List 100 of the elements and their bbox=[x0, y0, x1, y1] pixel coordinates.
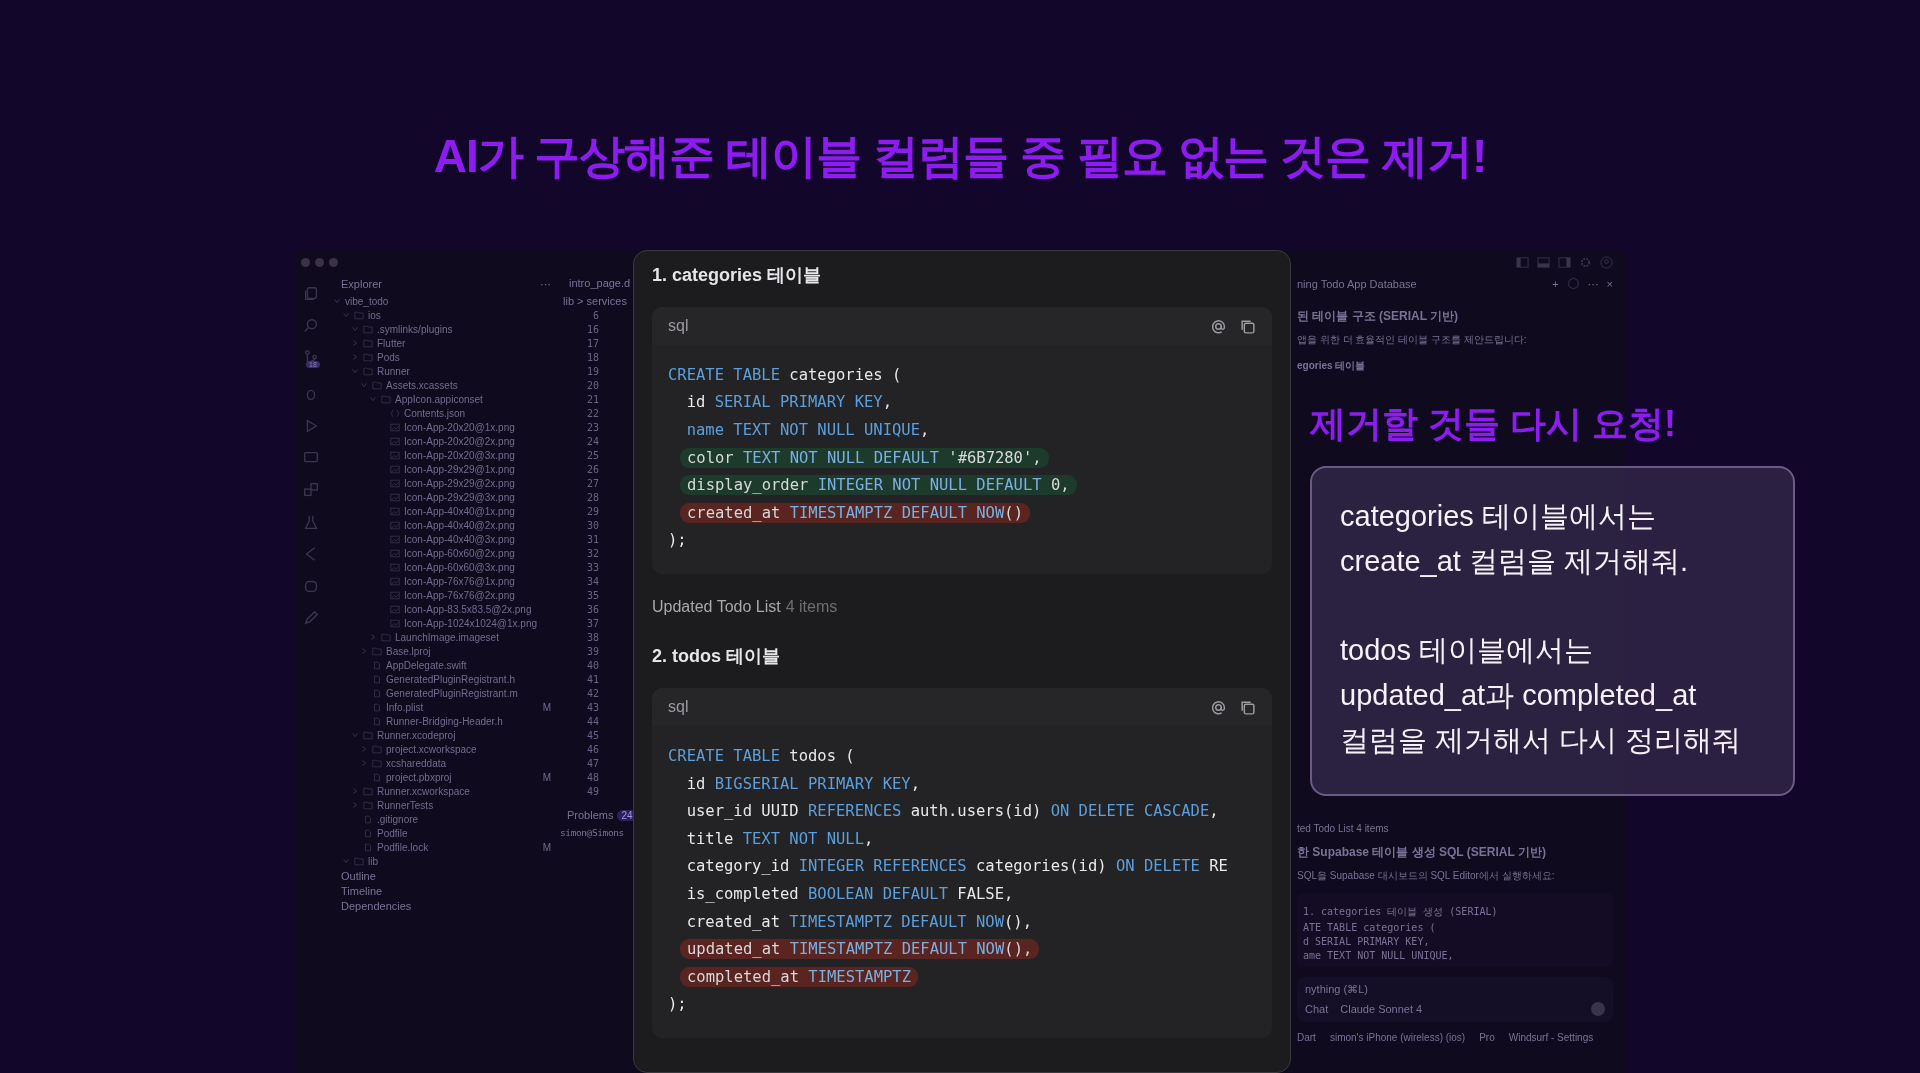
chevron-icon[interactable] bbox=[351, 801, 359, 809]
chevron-icon[interactable] bbox=[369, 395, 377, 403]
chevron-icon[interactable] bbox=[333, 297, 341, 305]
line-number: 18 bbox=[585, 351, 599, 365]
chat-input[interactable]: nything (⌘L) Chat Claude Sonnet 4 bbox=[1297, 977, 1613, 1022]
file-tree-item[interactable]: Assets.xcassets bbox=[386, 379, 458, 391]
copy-icon[interactable] bbox=[1239, 698, 1256, 716]
file-tree-item[interactable]: GeneratedPluginRegistrant.h bbox=[386, 673, 515, 685]
file-tree-item[interactable]: Contents.json bbox=[404, 407, 466, 419]
line-number: 41 bbox=[585, 673, 599, 687]
at-sign-icon[interactable] bbox=[1210, 698, 1227, 716]
status-bar-item[interactable]: simon's iPhone (wireless) (ios) bbox=[1329, 1032, 1466, 1043]
more-button[interactable]: ··· bbox=[540, 278, 551, 290]
file-tree-item[interactable]: Runner.xcodeproj bbox=[377, 729, 456, 741]
chevron-icon[interactable] bbox=[351, 787, 359, 795]
file-tree-item[interactable]: Runner bbox=[377, 365, 410, 377]
file-tree-item[interactable]: Icon-App-29x29@3x.png bbox=[404, 491, 515, 503]
section-header[interactable]: Outline bbox=[341, 870, 559, 882]
file-tree-item[interactable]: RunnerTests bbox=[377, 799, 434, 811]
file-tree-item[interactable]: Podfile.lock bbox=[377, 841, 429, 853]
at-sign-icon[interactable] bbox=[1210, 317, 1227, 335]
model-selector[interactable]: Claude Sonnet 4 bbox=[1340, 1003, 1423, 1015]
file-tree-item[interactable]: Icon-App-1024x1024@1x.png bbox=[404, 617, 538, 629]
search-icon[interactable] bbox=[302, 317, 320, 335]
window-zoom-button[interactable] bbox=[329, 258, 338, 267]
window-minimize-button[interactable] bbox=[315, 258, 324, 267]
chevron-icon[interactable] bbox=[342, 857, 350, 865]
chevron-icon[interactable] bbox=[351, 731, 359, 739]
file-tree-item[interactable]: lib bbox=[368, 855, 378, 867]
file-tree-item[interactable]: vibe_todo bbox=[345, 295, 389, 307]
window-close-button[interactable] bbox=[301, 258, 310, 267]
file-icon bbox=[372, 772, 382, 782]
files-icon[interactable] bbox=[302, 285, 320, 303]
chevron-icon[interactable] bbox=[360, 381, 368, 389]
status-bar-item[interactable]: Dart bbox=[1297, 1032, 1316, 1043]
file-tree-item[interactable]: Icon-App-40x40@2x.png bbox=[404, 519, 515, 531]
cube-icon[interactable] bbox=[1566, 277, 1580, 290]
file-tree-item[interactable]: Runner.xcworkspace bbox=[377, 785, 470, 797]
file-tree-item[interactable]: Icon-App-40x40@3x.png bbox=[404, 533, 515, 545]
file-tree-item[interactable]: Icon-App-20x20@1x.png bbox=[404, 421, 515, 433]
section-header[interactable]: Timeline bbox=[341, 885, 559, 897]
file-tree-item[interactable]: Info.plist bbox=[386, 701, 424, 713]
file-tree-item[interactable]: project.pbxproj bbox=[386, 771, 452, 783]
file-tree-item[interactable]: Icon-App-60x60@3x.png bbox=[404, 561, 515, 573]
new-chat-button[interactable]: + bbox=[1552, 277, 1559, 290]
panel-bottom-icon[interactable] bbox=[1537, 256, 1550, 269]
line-number: 28 bbox=[585, 491, 599, 505]
file-tree-item[interactable]: Icon-App-76x76@2x.png bbox=[404, 589, 515, 601]
mode-selector[interactable]: Chat bbox=[1305, 1003, 1329, 1015]
file-tree-item[interactable]: .gitignore bbox=[377, 813, 419, 825]
file-tree-item[interactable]: project.xcworkspace bbox=[386, 743, 477, 755]
sidebar-right-icon[interactable] bbox=[1558, 256, 1571, 269]
file-tree-item[interactable]: AppDelegate.swift bbox=[386, 659, 467, 671]
file-tree-item[interactable]: Runner-Bridging-Header.h bbox=[386, 715, 503, 727]
file-tree-item[interactable]: Icon-App-60x60@2x.png bbox=[404, 547, 515, 559]
editor-tab[interactable]: intro_page.d bbox=[559, 277, 631, 289]
file-tree-item[interactable]: Icon-App-20x20@3x.png bbox=[404, 449, 515, 461]
file-tree-item[interactable]: Pods bbox=[377, 351, 400, 363]
more-button[interactable]: ··· bbox=[1587, 277, 1599, 290]
close-button[interactable]: × bbox=[1606, 277, 1613, 290]
file-tree-item[interactable]: xcshareddata bbox=[386, 757, 447, 769]
file-tree-item[interactable]: AppIcon.appiconset bbox=[395, 393, 483, 405]
file-tree-item[interactable]: Icon-App-20x20@2x.png bbox=[404, 435, 515, 447]
file-tree-item[interactable]: Base.lproj bbox=[386, 645, 431, 657]
chevron-icon[interactable] bbox=[351, 325, 359, 333]
status-bar-item[interactable]: Windsurf - Settings bbox=[1508, 1032, 1594, 1043]
problems-tab[interactable]: Problems bbox=[567, 809, 614, 821]
chevron-icon[interactable] bbox=[351, 339, 359, 347]
copy-icon[interactable] bbox=[1239, 317, 1256, 335]
file-tree-item[interactable]: Icon-App-29x29@2x.png bbox=[404, 477, 515, 489]
file-tree-item[interactable]: Icon-App-76x76@1x.png bbox=[404, 575, 515, 587]
flask-icon[interactable] bbox=[302, 513, 320, 531]
file-tree-item[interactable]: ios bbox=[368, 309, 381, 321]
file-tree-item[interactable]: Icon-App-83.5x83.5@2x.png bbox=[404, 603, 532, 615]
chevron-icon[interactable] bbox=[360, 745, 368, 753]
send-button[interactable] bbox=[1591, 1002, 1605, 1016]
chevron-icon[interactable] bbox=[360, 759, 368, 767]
status-bar-item[interactable]: Pro bbox=[1479, 1032, 1495, 1043]
chevron-icon[interactable] bbox=[351, 353, 359, 361]
code-line: id SERIAL PRIMARY KEY, bbox=[685, 393, 892, 412]
sidebar-left-icon[interactable] bbox=[1516, 256, 1529, 269]
code-line: completed_at TIMESTAMPTZ bbox=[680, 966, 918, 987]
file-tree-item[interactable]: Icon-App-40x40@1x.png bbox=[404, 505, 515, 517]
file-tree-item[interactable]: Flutter bbox=[377, 337, 406, 349]
chevron-icon[interactable] bbox=[360, 647, 368, 655]
section-header[interactable]: Dependencies bbox=[341, 900, 559, 912]
code-language: sql bbox=[668, 317, 689, 335]
pencil-icon[interactable] bbox=[302, 609, 320, 627]
account-icon[interactable] bbox=[1600, 256, 1613, 269]
extensions-icon[interactable] bbox=[302, 481, 320, 499]
code-line: is_completed BOOLEAN DEFAULT FALSE, bbox=[685, 884, 1014, 903]
chevron-icon[interactable] bbox=[369, 633, 377, 641]
file-tree-item[interactable]: Icon-App-29x29@1x.png bbox=[404, 463, 515, 475]
file-tree-item[interactable]: Podfile bbox=[377, 827, 408, 839]
chat-text: 앱을 위한 더 효율적인 테이블 구조를 제안드립니다: bbox=[1297, 333, 1528, 347]
chevron-icon[interactable] bbox=[342, 311, 350, 319]
chevron-icon[interactable] bbox=[351, 367, 359, 375]
file-tree-item[interactable]: .symlinks/plugins bbox=[377, 323, 453, 335]
file-tree-item[interactable]: GeneratedPluginRegistrant.m bbox=[386, 687, 518, 699]
file-tree-item[interactable]: LaunchImage.imageset bbox=[395, 631, 499, 643]
